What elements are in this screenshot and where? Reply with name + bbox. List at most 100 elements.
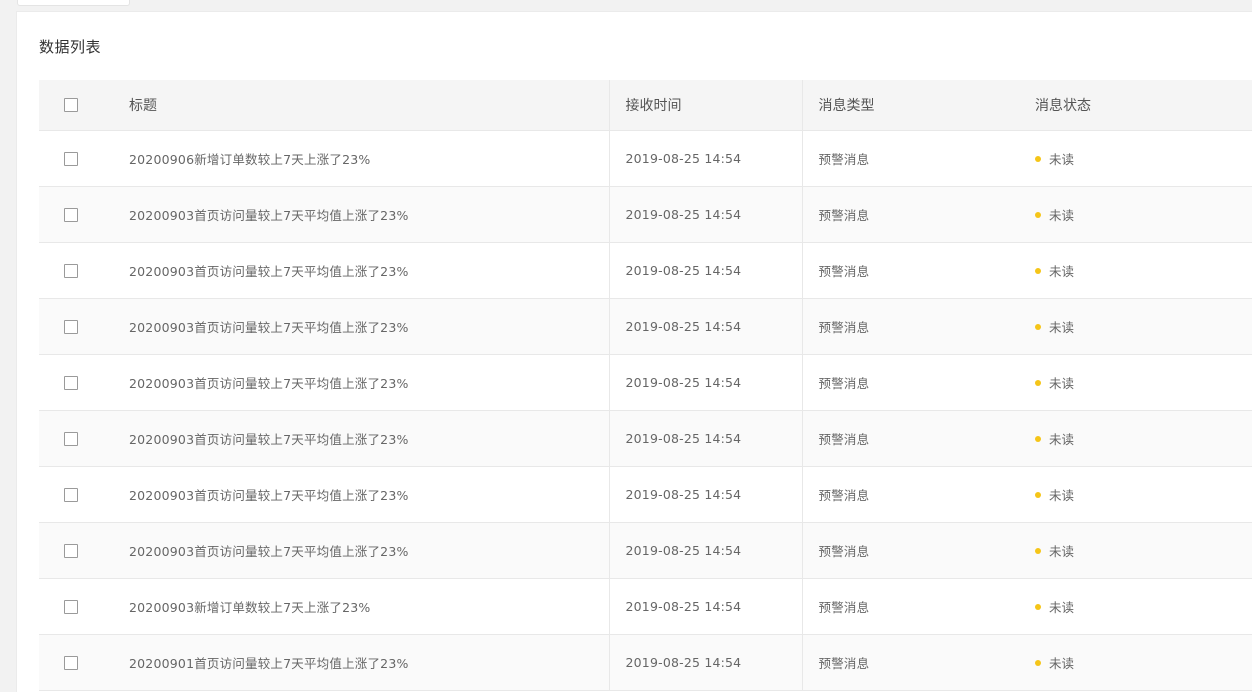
table-body: 20200906新增订单数较上7天上涨了23% 2019-08-25 14:54 预… — [39, 130, 1252, 691]
row-type-cell: 预警消息 — [802, 410, 1019, 467]
row-received-time: 2019-08-25 14:54 — [625, 206, 742, 222]
row-type-cell: 预警消息 — [802, 130, 1019, 187]
status-dot-icon — [1035, 323, 1041, 330]
status-dot-icon — [1035, 491, 1041, 498]
row-select-cell — [39, 522, 107, 579]
table-row[interactable]: 20200903首页访问量较上7天平均值上涨了23% 2019-08-25 14:… — [39, 522, 1252, 579]
row-title[interactable]: 20200903首页访问量较上7天平均值上涨了23% — [129, 488, 409, 503]
header-title: 标题 — [107, 80, 610, 131]
row-message-status: 未读 — [1049, 152, 1075, 167]
row-time-cell: 2019-08-25 14:54 — [609, 522, 803, 579]
row-message-type: 预警消息 — [818, 152, 870, 167]
select-all-checkbox[interactable] — [64, 98, 78, 112]
table-row[interactable]: 20200903首页访问量较上7天平均值上涨了23% 2019-08-25 14:… — [39, 186, 1252, 243]
row-checkbox[interactable] — [64, 599, 78, 614]
table-row[interactable]: 20200903首页访问量较上7天平均值上涨了23% 2019-08-25 14:… — [39, 242, 1252, 299]
row-title-cell: 20200903首页访问量较上7天平均值上涨了23% — [107, 186, 610, 243]
row-time-cell: 2019-08-25 14:54 — [609, 578, 803, 635]
row-type-cell: 预警消息 — [802, 354, 1019, 411]
row-status-cell: 未读 — [1019, 578, 1252, 635]
row-title[interactable]: 20200903首页访问量较上7天平均值上涨了23% — [129, 544, 409, 559]
row-message-type: 预警消息 — [818, 320, 870, 335]
row-time-cell: 2019-08-25 14:54 — [609, 634, 803, 691]
row-status-cell: 未读 — [1019, 298, 1252, 355]
row-type-cell: 预警消息 — [802, 466, 1019, 523]
row-received-time: 2019-08-25 14:54 — [625, 486, 742, 502]
row-title[interactable]: 20200903首页访问量较上7天平均值上涨了23% — [129, 432, 409, 447]
row-title[interactable]: 20200903首页访问量较上7天平均值上涨了23% — [129, 208, 409, 223]
row-title-cell: 20200903首页访问量较上7天平均值上涨了23% — [107, 410, 610, 467]
row-checkbox[interactable] — [64, 319, 78, 334]
row-message-type: 预警消息 — [818, 264, 870, 279]
row-time-cell: 2019-08-25 14:54 — [609, 186, 803, 243]
status-dot-icon — [1035, 155, 1041, 162]
row-checkbox[interactable] — [64, 543, 78, 558]
table-row[interactable]: 20200903首页访问量较上7天平均值上涨了23% 2019-08-25 14:… — [39, 466, 1252, 523]
row-message-type: 预警消息 — [818, 600, 870, 615]
row-select-cell — [39, 634, 107, 691]
row-select-cell — [39, 242, 107, 299]
row-message-status: 未读 — [1049, 544, 1075, 559]
row-checkbox[interactable] — [64, 655, 78, 670]
status-dot-icon — [1035, 379, 1041, 386]
top-tab[interactable] — [17, 0, 130, 6]
header-message-type: 消息类型 — [802, 80, 1019, 131]
row-type-cell: 预警消息 — [802, 242, 1019, 299]
row-message-status: 未读 — [1049, 208, 1075, 223]
row-checkbox[interactable] — [64, 263, 78, 278]
row-message-status: 未读 — [1049, 376, 1075, 391]
table-row[interactable]: 20200903首页访问量较上7天平均值上涨了23% 2019-08-25 14:… — [39, 410, 1252, 467]
table-row[interactable]: 20200906新增订单数较上7天上涨了23% 2019-08-25 14:54 预… — [39, 130, 1252, 187]
status-dot-icon — [1035, 603, 1041, 610]
row-type-cell: 预警消息 — [802, 298, 1019, 355]
row-checkbox[interactable] — [64, 431, 78, 446]
row-message-type: 预警消息 — [818, 544, 870, 559]
row-checkbox[interactable] — [64, 151, 78, 166]
status-dot-icon — [1035, 435, 1041, 442]
row-checkbox[interactable] — [64, 375, 78, 390]
row-select-cell — [39, 298, 107, 355]
status-dot-icon — [1035, 659, 1041, 666]
row-time-cell: 2019-08-25 14:54 — [609, 242, 803, 299]
row-time-cell: 2019-08-25 14:54 — [609, 354, 803, 411]
row-status-cell: 未读 — [1019, 354, 1252, 411]
row-message-type: 预警消息 — [818, 656, 870, 671]
table-row[interactable]: 20200903首页访问量较上7天平均值上涨了23% 2019-08-25 14:… — [39, 298, 1252, 355]
row-checkbox[interactable] — [64, 207, 78, 222]
row-time-cell: 2019-08-25 14:54 — [609, 410, 803, 467]
row-time-cell: 2019-08-25 14:54 — [609, 466, 803, 523]
row-title-cell: 20200903首页访问量较上7天平均值上涨了23% — [107, 522, 610, 579]
row-message-status: 未读 — [1049, 264, 1075, 279]
row-received-time: 2019-08-25 14:54 — [625, 542, 742, 558]
row-status-cell: 未读 — [1019, 186, 1252, 243]
row-message-status: 未读 — [1049, 656, 1075, 671]
row-title[interactable]: 20200903首页访问量较上7天平均值上涨了23% — [129, 376, 409, 391]
status-dot-icon — [1035, 267, 1041, 274]
row-title[interactable]: 20200903首页访问量较上7天平均值上涨了23% — [129, 264, 409, 279]
row-title[interactable]: 20200903首页访问量较上7天平均值上涨了23% — [129, 320, 409, 335]
row-checkbox[interactable] — [64, 487, 78, 502]
row-title[interactable]: 20200903新增订单数较上7天上涨了23% — [129, 600, 370, 615]
row-select-cell — [39, 578, 107, 635]
row-title-cell: 20200903首页访问量较上7天平均值上涨了23% — [107, 354, 610, 411]
row-select-cell — [39, 354, 107, 411]
row-received-time: 2019-08-25 14:54 — [625, 374, 742, 390]
table-row[interactable]: 20200901首页访问量较上7天平均值上涨了23% 2019-08-25 14:… — [39, 634, 1252, 691]
row-status-cell: 未读 — [1019, 466, 1252, 523]
row-message-type: 预警消息 — [818, 376, 870, 391]
row-time-cell: 2019-08-25 14:54 — [609, 130, 803, 187]
row-title[interactable]: 20200901首页访问量较上7天平均值上涨了23% — [129, 656, 409, 671]
row-received-time: 2019-08-25 14:54 — [625, 654, 742, 670]
row-message-status: 未读 — [1049, 488, 1075, 503]
table-row[interactable]: 20200903新增订单数较上7天上涨了23% 2019-08-25 14:54 预… — [39, 578, 1252, 635]
row-type-cell: 预警消息 — [802, 186, 1019, 243]
table-row[interactable]: 20200903首页访问量较上7天平均值上涨了23% 2019-08-25 14:… — [39, 354, 1252, 411]
row-type-cell: 预警消息 — [802, 634, 1019, 691]
row-received-time: 2019-08-25 14:54 — [625, 150, 742, 166]
row-title[interactable]: 20200906新增订单数较上7天上涨了23% — [129, 152, 370, 167]
header-received-time: 接收时间 — [609, 80, 803, 131]
row-received-time: 2019-08-25 14:54 — [625, 262, 742, 278]
row-message-status: 未读 — [1049, 432, 1075, 447]
row-select-cell — [39, 410, 107, 467]
header-message-status: 消息状态 — [1019, 80, 1252, 131]
